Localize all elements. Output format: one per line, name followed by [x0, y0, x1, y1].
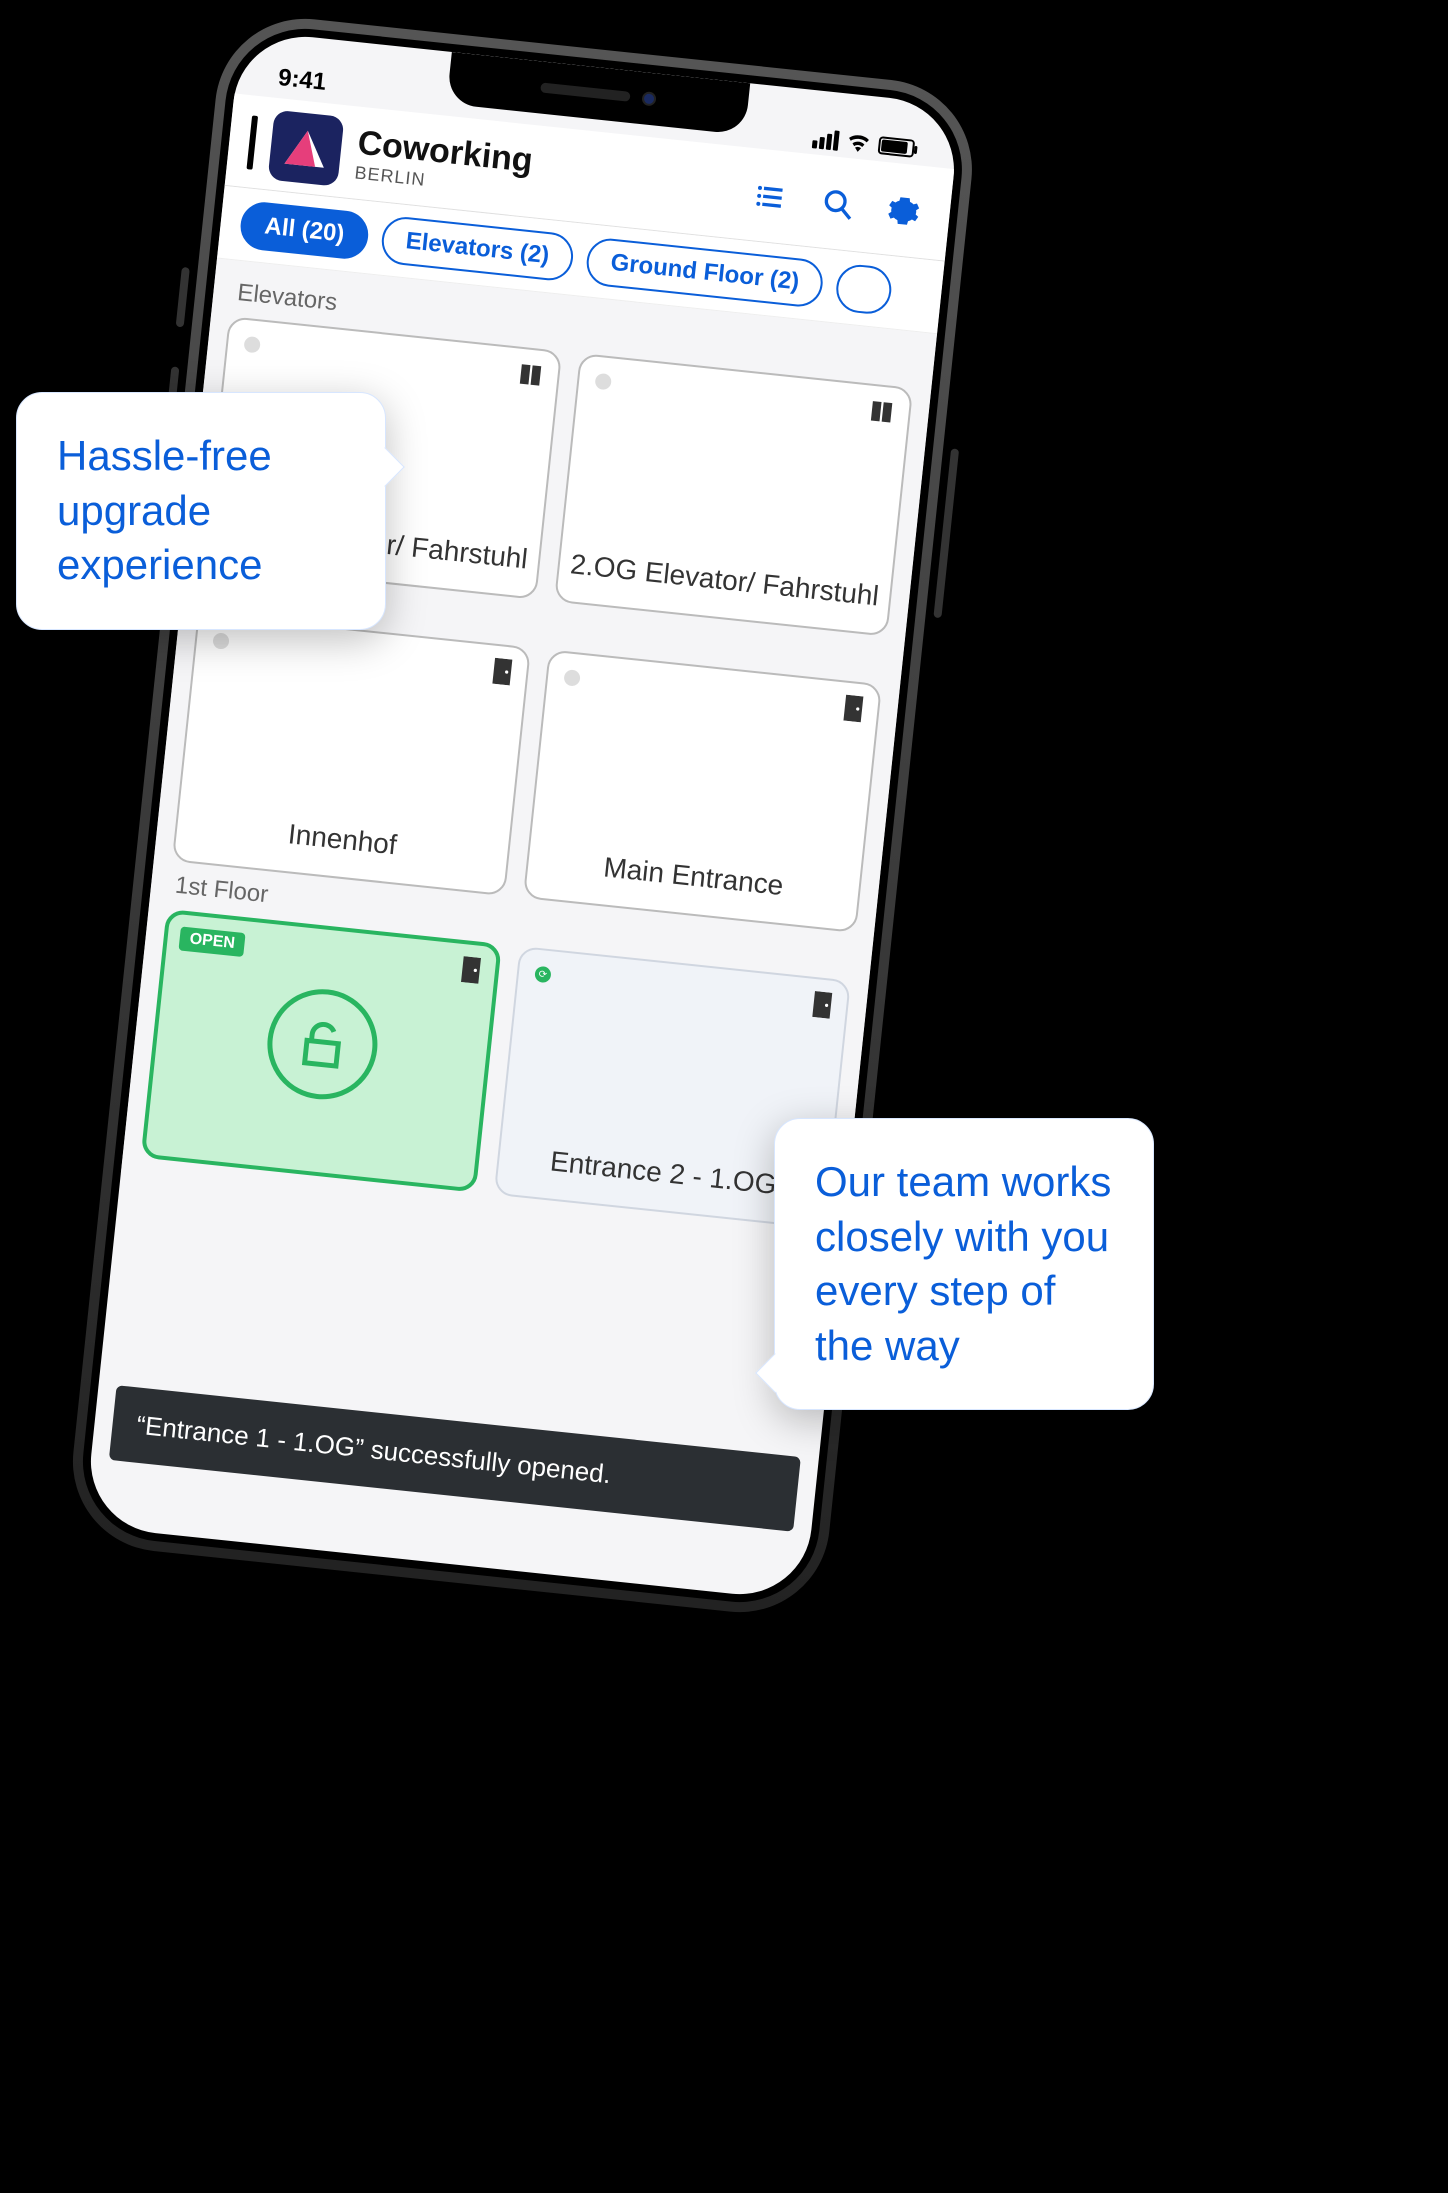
door-card[interactable]: 2.OG Elevator/ Fahrstuhl [554, 353, 913, 637]
menu-handle-icon[interactable] [246, 115, 258, 169]
elevator-icon [867, 398, 896, 432]
search-icon[interactable] [820, 187, 855, 222]
status-dot-icon [594, 373, 612, 391]
door-icon [459, 956, 482, 989]
app-logo[interactable] [268, 110, 345, 187]
chip-elevators[interactable]: Elevators (2) [379, 215, 575, 283]
open-badge: OPEN [178, 926, 245, 957]
chip-ground-floor[interactable]: Ground Floor (2) [584, 236, 825, 309]
door-icon [810, 991, 833, 1024]
door-icon [842, 695, 865, 728]
door-card[interactable]: Main Entrance [523, 649, 882, 933]
toast-message: “Entrance 1 - 1.OG” successfully opened. [109, 1385, 801, 1532]
callout-right: Our team works closely with you every st… [774, 1118, 1154, 1410]
door-card[interactable]: Innenhof [172, 612, 531, 896]
list-view-icon[interactable] [755, 180, 790, 215]
callout-left: Hassle-free upgrade experience [16, 392, 386, 630]
elevator-icon [516, 361, 545, 395]
chip-more[interactable] [834, 263, 893, 316]
callout-text: Our team works closely with you every st… [815, 1158, 1111, 1369]
chip-all[interactable]: All (20) [238, 200, 370, 261]
wifi-icon [846, 133, 872, 153]
battery-icon [878, 136, 916, 158]
status-time: 9:41 [277, 64, 328, 97]
status-dot-icon [243, 336, 261, 354]
side-button [176, 267, 190, 328]
door-card-open[interactable]: OPEN [141, 909, 502, 1193]
signal-icon [812, 128, 840, 151]
status-dot-icon [212, 632, 230, 650]
door-icon [491, 658, 514, 691]
triangle-logo-icon [282, 124, 330, 172]
status-dot-icon: ⟳ [534, 966, 552, 984]
unlock-icon [261, 984, 382, 1105]
callout-text: Hassle-free upgrade experience [57, 432, 272, 588]
status-dot-icon [563, 669, 581, 687]
gear-icon[interactable] [886, 193, 921, 228]
